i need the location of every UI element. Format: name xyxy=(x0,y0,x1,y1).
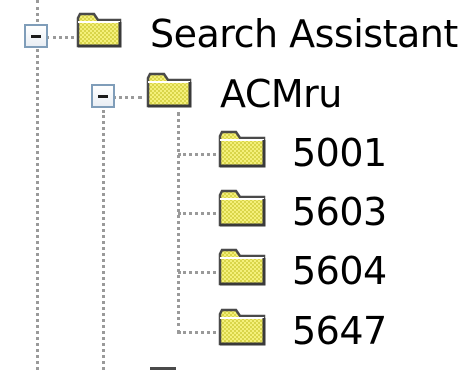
tree-connector xyxy=(112,96,142,99)
tree-connector xyxy=(178,153,216,156)
collapse-toggle-acmru[interactable] xyxy=(91,84,115,108)
tree-node-label: Search Assistant xyxy=(150,12,458,56)
folder-icon xyxy=(146,70,194,108)
tree-connector xyxy=(178,212,216,215)
tree-connector xyxy=(46,36,74,39)
tree-guide-line-leaves xyxy=(177,112,180,334)
tree-connector xyxy=(178,331,216,334)
folder-icon xyxy=(76,10,124,48)
collapse-toggle-search-assistant[interactable] xyxy=(24,24,48,48)
folder-icon xyxy=(218,306,266,346)
tree-node-label: 5604 xyxy=(292,249,387,293)
tree-node-label: 5603 xyxy=(292,190,387,234)
folder-icon xyxy=(218,128,266,168)
tree-guide-line-child xyxy=(102,110,105,370)
tree-node-label: 5001 xyxy=(292,131,387,175)
folder-icon xyxy=(218,187,266,227)
tree-node-label: 5647 xyxy=(292,309,387,353)
folder-icon xyxy=(218,246,266,286)
tree-guide-line-outer xyxy=(36,0,39,370)
registry-tree-view[interactable]: Search Assistant ACMru 5001 5603 5604 56… xyxy=(0,0,458,370)
tree-connector xyxy=(178,271,216,274)
tree-node-label: ACMru xyxy=(220,72,342,116)
